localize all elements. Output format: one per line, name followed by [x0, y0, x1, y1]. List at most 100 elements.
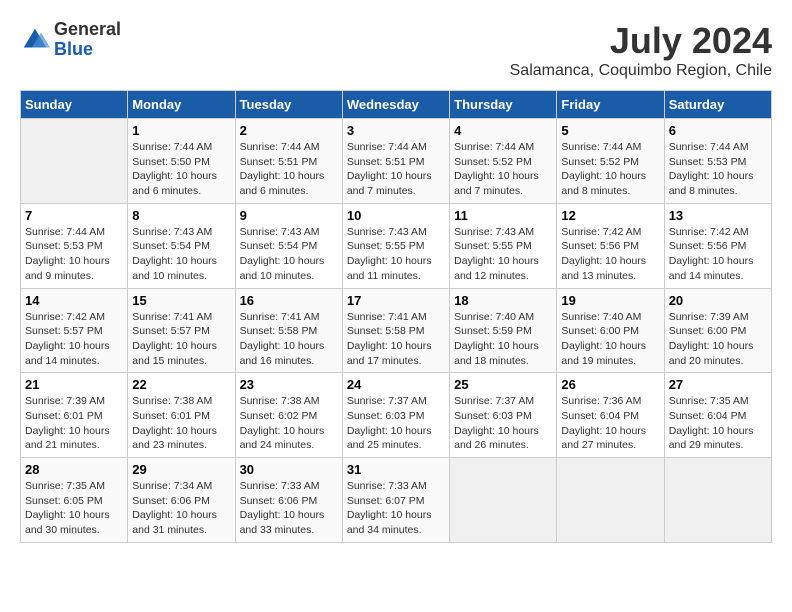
- header-day-saturday: Saturday: [664, 91, 771, 119]
- calendar-cell: 17Sunrise: 7:41 AMSunset: 5:58 PMDayligh…: [342, 288, 449, 373]
- header-row: SundayMondayTuesdayWednesdayThursdayFrid…: [21, 91, 772, 119]
- day-number: 18: [454, 293, 552, 308]
- calendar-cell: [450, 458, 557, 543]
- day-number: 6: [669, 123, 767, 138]
- day-number: 1: [132, 123, 230, 138]
- day-number: 8: [132, 208, 230, 223]
- calendar-cell: 8 Sunrise: 7:43 AMSunset: 5:54 PMDaylight…: [128, 203, 235, 288]
- day-info: Sunrise: 7:37 AMSunset: 6:03 PMDaylight:…: [454, 394, 552, 453]
- day-info: Sunrise: 7:35 AMSunset: 6:04 PMDaylight:…: [669, 394, 767, 453]
- day-info: Sunrise: 7:33 AMSunset: 6:06 PMDaylight:…: [240, 479, 338, 538]
- day-info: Sunrise: 7:42 AMSunset: 5:57 PMDaylight:…: [25, 310, 123, 369]
- day-info: Sunrise: 7:34 AMSunset: 6:06 PMDaylight:…: [132, 479, 230, 538]
- calendar-cell: 26 Sunrise: 7:36 AMSunset: 6:04 PMDayligh…: [557, 373, 664, 458]
- day-number: 10: [347, 208, 445, 223]
- calendar-cell: 20 Sunrise: 7:39 AMSunset: 6:00 PMDayligh…: [664, 288, 771, 373]
- day-info: Sunrise: 7:37 AMSunset: 6:03 PMDaylight:…: [347, 394, 445, 453]
- calendar-cell: 19Sunrise: 7:40 AMSunset: 6:00 PMDayligh…: [557, 288, 664, 373]
- day-number: 4: [454, 123, 552, 138]
- day-info: Sunrise: 7:43 AMSunset: 5:54 PMDaylight:…: [132, 225, 230, 284]
- day-number: 23: [240, 377, 338, 392]
- day-number: 15: [132, 293, 230, 308]
- day-info: Sunrise: 7:44 AMSunset: 5:52 PMDaylight:…: [454, 140, 552, 199]
- day-info: Sunrise: 7:44 AMSunset: 5:51 PMDaylight:…: [347, 140, 445, 199]
- day-info: Sunrise: 7:42 AMSunset: 5:56 PMDaylight:…: [669, 225, 767, 284]
- month-year-title: July 2024: [510, 20, 772, 62]
- calendar-cell: 9Sunrise: 7:43 AMSunset: 5:54 PMDaylight…: [235, 203, 342, 288]
- day-number: 20: [669, 293, 767, 308]
- calendar-week-1: 1 Sunrise: 7:44 AMSunset: 5:50 PMDaylight…: [21, 119, 772, 204]
- calendar-cell: 29 Sunrise: 7:34 AMSunset: 6:06 PMDayligh…: [128, 458, 235, 543]
- calendar-cell: 22Sunrise: 7:38 AMSunset: 6:01 PMDayligh…: [128, 373, 235, 458]
- day-info: Sunrise: 7:44 AMSunset: 5:51 PMDaylight:…: [240, 140, 338, 199]
- day-info: Sunrise: 7:39 AMSunset: 6:00 PMDaylight:…: [669, 310, 767, 369]
- day-info: Sunrise: 7:41 AMSunset: 5:57 PMDaylight:…: [132, 310, 230, 369]
- calendar-cell: 27 Sunrise: 7:35 AMSunset: 6:04 PMDayligh…: [664, 373, 771, 458]
- day-number: 5: [561, 123, 659, 138]
- title-area: July 2024 Salamanca, Coquimbo Region, Ch…: [510, 20, 772, 80]
- calendar-cell: 14 Sunrise: 7:42 AMSunset: 5:57 PMDayligh…: [21, 288, 128, 373]
- day-number: 29: [132, 462, 230, 477]
- day-info: Sunrise: 7:42 AMSunset: 5:56 PMDaylight:…: [561, 225, 659, 284]
- calendar-cell: 7 Sunrise: 7:44 AMSunset: 5:53 PMDaylight…: [21, 203, 128, 288]
- calendar-cell: 11 Sunrise: 7:43 AMSunset: 5:55 PMDayligh…: [450, 203, 557, 288]
- calendar-week-4: 21 Sunrise: 7:39 AMSunset: 6:01 PMDayligh…: [21, 373, 772, 458]
- day-info: Sunrise: 7:39 AMSunset: 6:01 PMDaylight:…: [25, 394, 123, 453]
- day-number: 26: [561, 377, 659, 392]
- day-info: Sunrise: 7:38 AMSunset: 6:01 PMDaylight:…: [132, 394, 230, 453]
- day-number: 14: [25, 293, 123, 308]
- day-info: Sunrise: 7:44 AMSunset: 5:53 PMDaylight:…: [669, 140, 767, 199]
- calendar-week-3: 14 Sunrise: 7:42 AMSunset: 5:57 PMDayligh…: [21, 288, 772, 373]
- calendar-cell: 16 Sunrise: 7:41 AMSunset: 5:58 PMDayligh…: [235, 288, 342, 373]
- logo-general-text: General: [54, 20, 121, 40]
- day-number: 25: [454, 377, 552, 392]
- day-number: 3: [347, 123, 445, 138]
- day-info: Sunrise: 7:43 AMSunset: 5:54 PMDaylight:…: [240, 225, 338, 284]
- day-info: Sunrise: 7:41 AMSunset: 5:58 PMDaylight:…: [347, 310, 445, 369]
- calendar-cell: 4 Sunrise: 7:44 AMSunset: 5:52 PMDaylight…: [450, 119, 557, 204]
- header-day-monday: Monday: [128, 91, 235, 119]
- calendar-week-2: 7 Sunrise: 7:44 AMSunset: 5:53 PMDaylight…: [21, 203, 772, 288]
- day-number: 27: [669, 377, 767, 392]
- day-info: Sunrise: 7:35 AMSunset: 6:05 PMDaylight:…: [25, 479, 123, 538]
- calendar-cell: 15 Sunrise: 7:41 AMSunset: 5:57 PMDayligh…: [128, 288, 235, 373]
- day-info: Sunrise: 7:44 AMSunset: 5:52 PMDaylight:…: [561, 140, 659, 199]
- calendar-cell: 13Sunrise: 7:42 AMSunset: 5:56 PMDayligh…: [664, 203, 771, 288]
- calendar-cell: 3 Sunrise: 7:44 AMSunset: 5:51 PMDaylight…: [342, 119, 449, 204]
- day-info: Sunrise: 7:44 AMSunset: 5:50 PMDaylight:…: [132, 140, 230, 199]
- day-number: 7: [25, 208, 123, 223]
- calendar-week-5: 28 Sunrise: 7:35 AMSunset: 6:05 PMDayligh…: [21, 458, 772, 543]
- calendar-cell: 5 Sunrise: 7:44 AMSunset: 5:52 PMDaylight…: [557, 119, 664, 204]
- header-day-friday: Friday: [557, 91, 664, 119]
- calendar-cell: 23Sunrise: 7:38 AMSunset: 6:02 PMDayligh…: [235, 373, 342, 458]
- day-number: 31: [347, 462, 445, 477]
- calendar-cell: 18 Sunrise: 7:40 AMSunset: 5:59 PMDayligh…: [450, 288, 557, 373]
- day-number: 16: [240, 293, 338, 308]
- header-day-thursday: Thursday: [450, 91, 557, 119]
- calendar-cell: 25 Sunrise: 7:37 AMSunset: 6:03 PMDayligh…: [450, 373, 557, 458]
- day-info: Sunrise: 7:36 AMSunset: 6:04 PMDaylight:…: [561, 394, 659, 453]
- day-number: 24: [347, 377, 445, 392]
- day-number: 11: [454, 208, 552, 223]
- day-info: Sunrise: 7:43 AMSunset: 5:55 PMDaylight:…: [347, 225, 445, 284]
- day-number: 2: [240, 123, 338, 138]
- calendar-cell: 24 Sunrise: 7:37 AMSunset: 6:03 PMDayligh…: [342, 373, 449, 458]
- header-day-tuesday: Tuesday: [235, 91, 342, 119]
- day-info: Sunrise: 7:40 AMSunset: 6:00 PMDaylight:…: [561, 310, 659, 369]
- day-number: 12: [561, 208, 659, 223]
- calendar-cell: 10 Sunrise: 7:43 AMSunset: 5:55 PMDayligh…: [342, 203, 449, 288]
- calendar-cell: 30Sunrise: 7:33 AMSunset: 6:06 PMDayligh…: [235, 458, 342, 543]
- day-info: Sunrise: 7:43 AMSunset: 5:55 PMDaylight:…: [454, 225, 552, 284]
- calendar-cell: [21, 119, 128, 204]
- day-number: 28: [25, 462, 123, 477]
- day-info: Sunrise: 7:41 AMSunset: 5:58 PMDaylight:…: [240, 310, 338, 369]
- day-number: 21: [25, 377, 123, 392]
- calendar-cell: 21 Sunrise: 7:39 AMSunset: 6:01 PMDayligh…: [21, 373, 128, 458]
- day-info: Sunrise: 7:44 AMSunset: 5:53 PMDaylight:…: [25, 225, 123, 284]
- day-info: Sunrise: 7:33 AMSunset: 6:07 PMDaylight:…: [347, 479, 445, 538]
- calendar-cell: [664, 458, 771, 543]
- logo: General Blue: [20, 20, 121, 60]
- location-subtitle: Salamanca, Coquimbo Region, Chile: [510, 62, 772, 80]
- day-info: Sunrise: 7:40 AMSunset: 5:59 PMDaylight:…: [454, 310, 552, 369]
- calendar-cell: 1 Sunrise: 7:44 AMSunset: 5:50 PMDaylight…: [128, 119, 235, 204]
